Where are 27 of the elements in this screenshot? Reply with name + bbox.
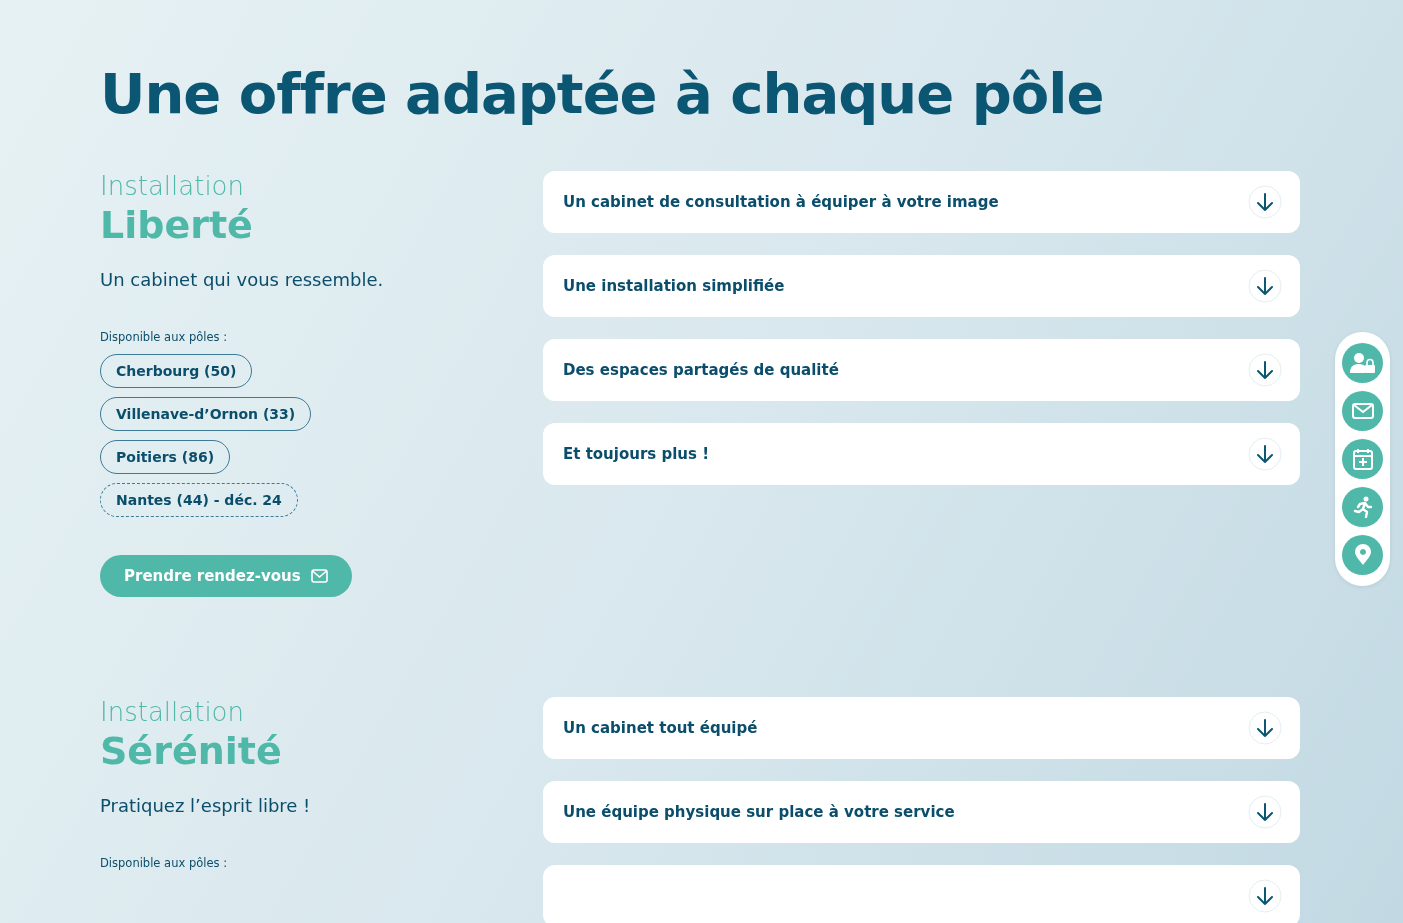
accordion-item[interactable]: Et toujours plus ! bbox=[543, 422, 1300, 485]
quick-link-button[interactable] bbox=[1342, 343, 1383, 383]
section-kicker: Installation bbox=[100, 170, 244, 201]
section-kicker: Installation bbox=[100, 696, 244, 727]
user-lock-icon bbox=[1349, 352, 1376, 374]
accordion-item[interactable]: Un cabinet de consultation à équiper à votre image bbox=[543, 170, 1300, 233]
quick-link-button[interactable] bbox=[1342, 391, 1383, 431]
quick-link-button[interactable] bbox=[1342, 535, 1383, 575]
accordion-item[interactable]: Un cabinet tout équipé bbox=[543, 696, 1300, 759]
page-heading: Une offre adaptée à chaque pôle bbox=[100, 60, 1105, 128]
offer-name: Sérénité bbox=[100, 728, 282, 773]
offer-name: Liberté bbox=[100, 202, 253, 247]
quick-link-button[interactable] bbox=[1342, 487, 1383, 527]
running-person-icon bbox=[1352, 496, 1373, 518]
mail-icon bbox=[310, 568, 328, 583]
tagline: Pratiquez l’esprit libre ! bbox=[100, 794, 311, 816]
location-pin-icon bbox=[1353, 544, 1372, 566]
poles-label: Disponible aux pôles : bbox=[100, 329, 227, 344]
accordion-item[interactable]: Une installation simplifiée bbox=[543, 254, 1300, 317]
accordion-item[interactable] bbox=[543, 864, 1300, 923]
quick-link-button[interactable] bbox=[1342, 439, 1383, 479]
accordion-item[interactable]: Des espaces partagés de qualité bbox=[543, 338, 1300, 401]
mail-icon bbox=[1351, 403, 1374, 419]
tagline: Un cabinet qui vous ressemble. bbox=[100, 268, 384, 290]
calendar-plus-icon bbox=[1352, 448, 1373, 470]
poles-label: Disponible aux pôles : bbox=[100, 855, 227, 870]
accordion-item[interactable]: Une équipe physique sur place à votre service bbox=[543, 780, 1300, 843]
